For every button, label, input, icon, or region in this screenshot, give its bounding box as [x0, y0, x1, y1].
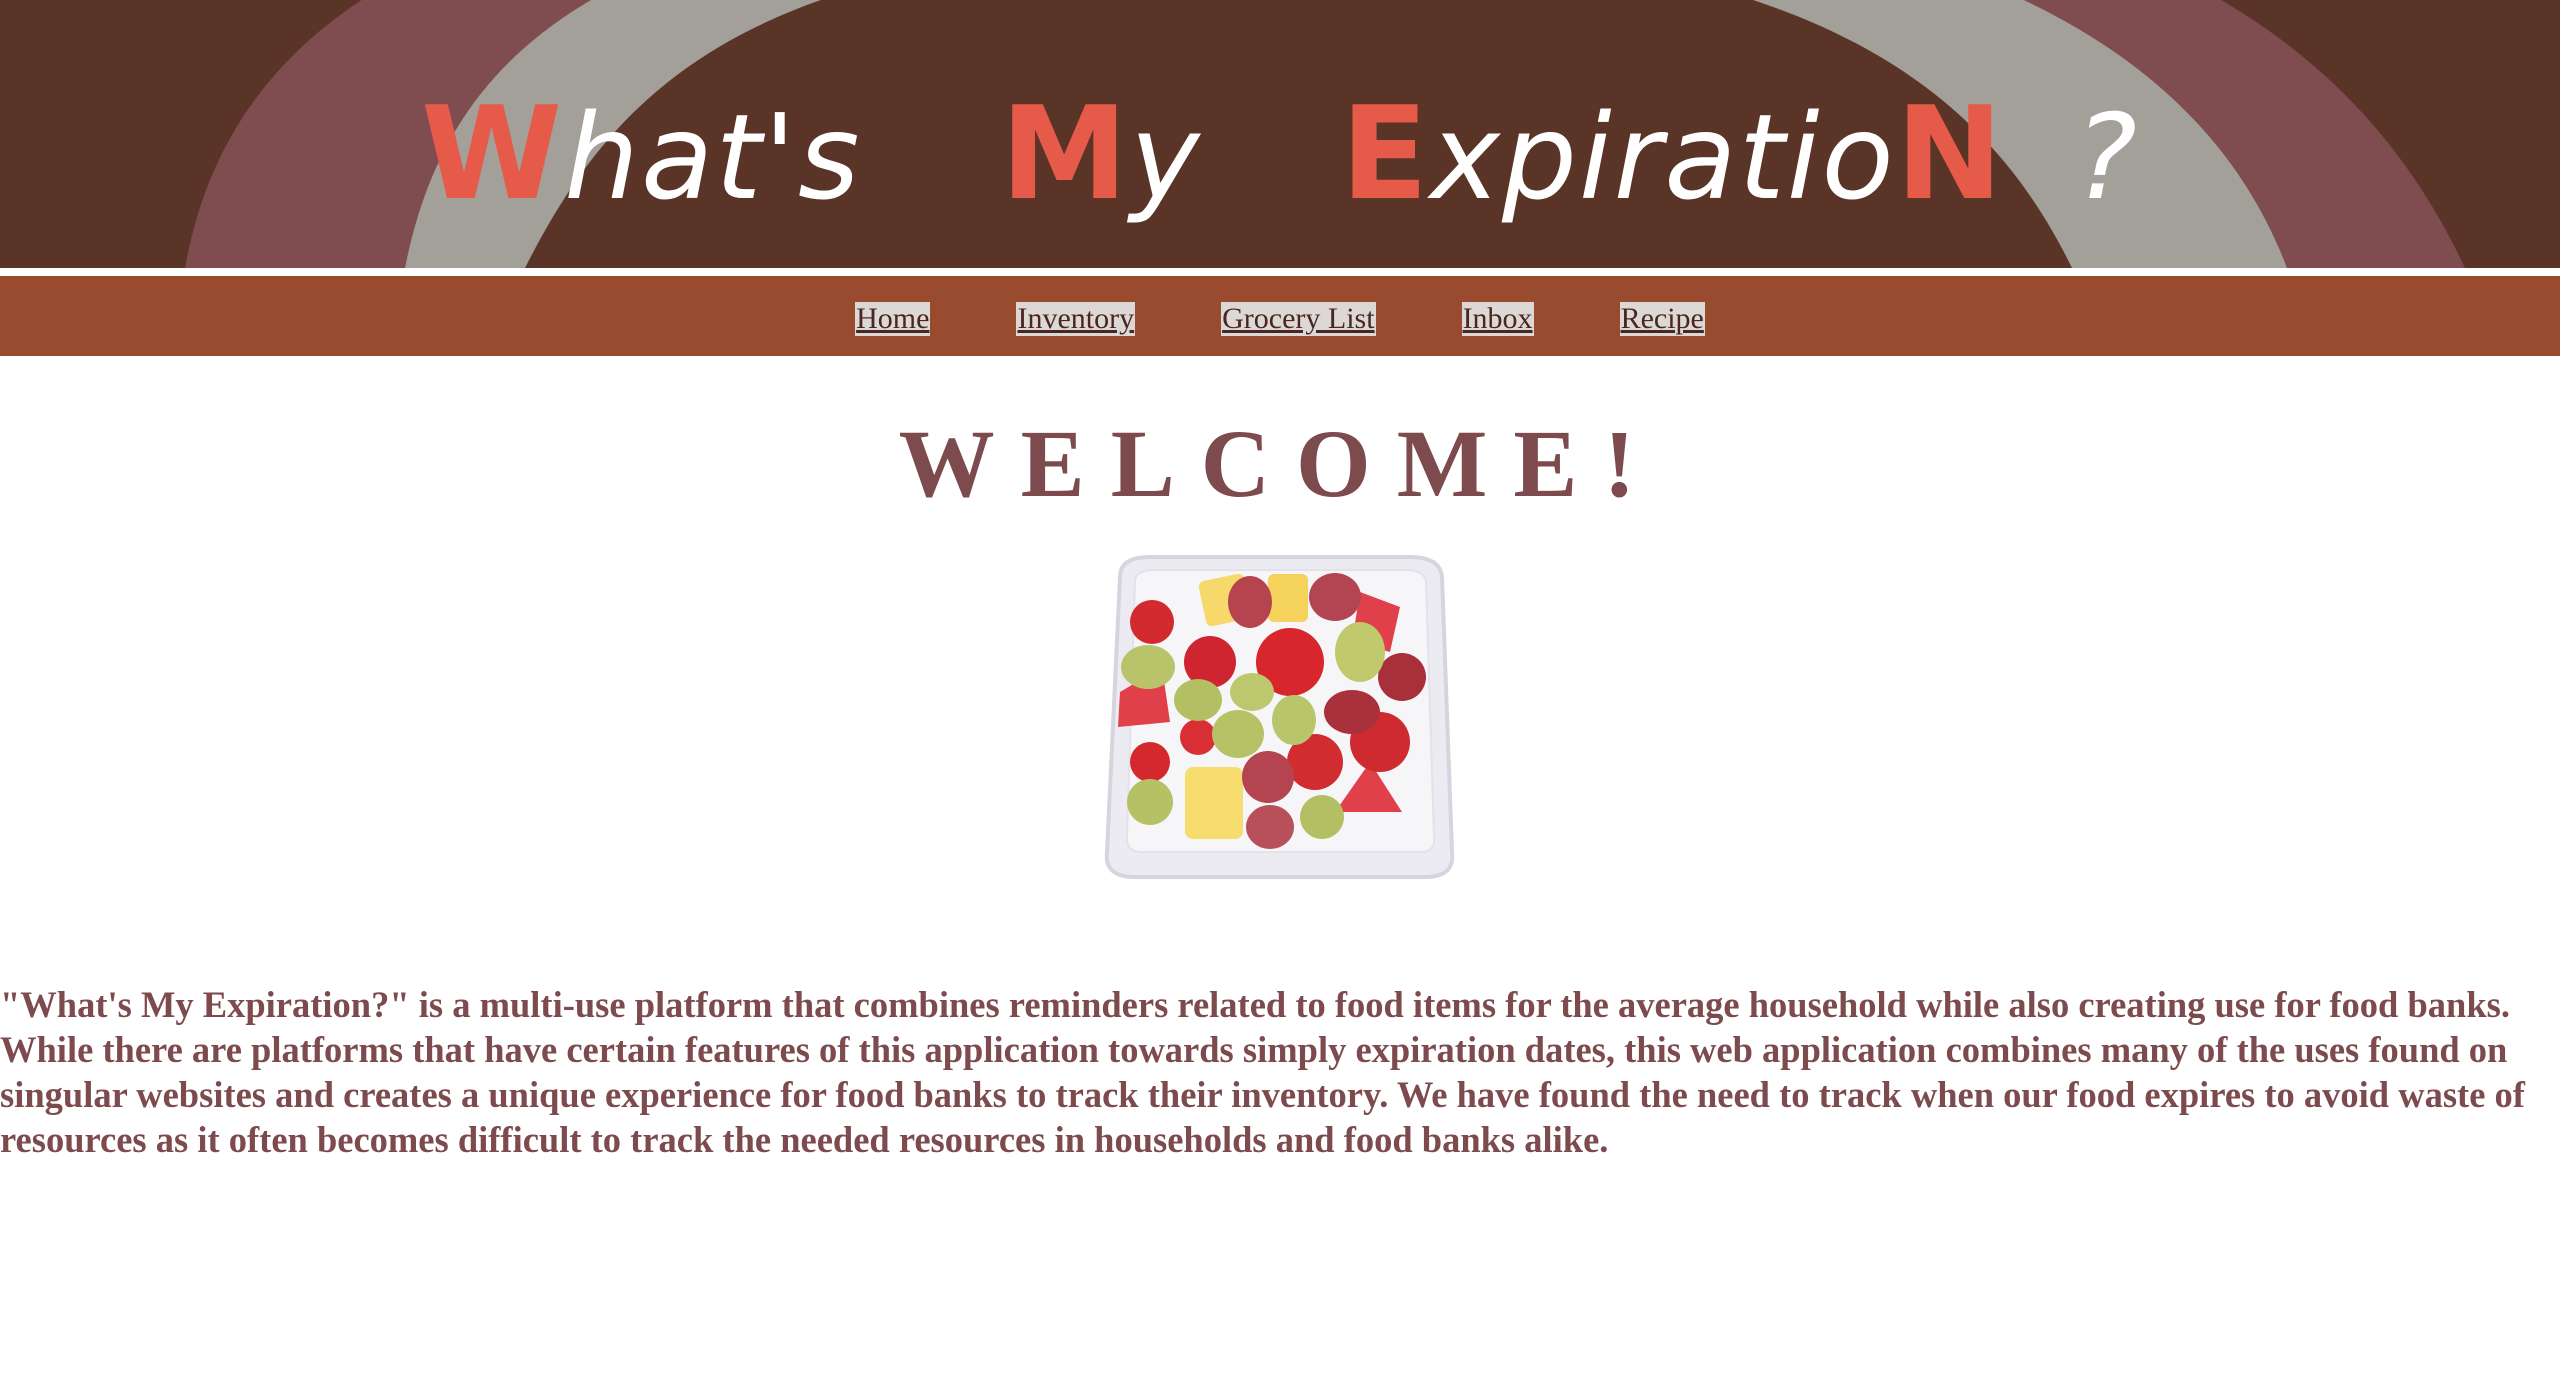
strawberry: [1130, 742, 1170, 782]
pineapple-piece: [1268, 574, 1308, 622]
green-grape: [1127, 779, 1173, 825]
strawberry: [1180, 719, 1216, 755]
green-grape: [1212, 710, 1264, 758]
nav-grocery-list[interactable]: Grocery List: [1221, 302, 1376, 336]
nav-inbox[interactable]: Inbox: [1461, 302, 1534, 336]
main-nav: Home Inventory Grocery List Inbox Recipe: [0, 276, 2560, 356]
red-grape: [1228, 576, 1272, 628]
logo-word-2: My: [1000, 80, 1202, 229]
about-description: "What's My Expiration?" is a multi-use p…: [0, 984, 2525, 1160]
nav-recipe[interactable]: Recipe: [1619, 302, 1705, 336]
green-grape: [1272, 695, 1316, 745]
logo-word-1: What's: [420, 80, 862, 229]
banner-divider: [0, 268, 2560, 276]
green-grape: [1230, 673, 1274, 711]
green-grape: [1300, 795, 1344, 839]
fruit-salad-image: [1104, 555, 1455, 879]
site-logo[interactable]: What's My ExpiratioN ?: [0, 80, 2560, 232]
green-grape: [1121, 645, 1175, 689]
nav-inventory[interactable]: Inventory: [1016, 302, 1136, 336]
red-grape: [1309, 573, 1361, 621]
red-grape: [1242, 751, 1294, 803]
red-grape: [1324, 690, 1380, 734]
welcome-heading: WELCOME!: [898, 410, 1662, 517]
logo-question-mark: ?: [2074, 88, 2140, 226]
strawberry: [1130, 600, 1174, 644]
nav-home[interactable]: Home: [855, 302, 931, 336]
pineapple-piece: [1185, 767, 1243, 839]
red-grape: [1378, 653, 1426, 701]
site-banner: What's My ExpiratioN ?: [0, 0, 2560, 268]
logo-word-3: ExpiratioN: [1340, 80, 2005, 229]
red-grape: [1246, 805, 1294, 849]
green-grape: [1335, 622, 1385, 682]
green-grape: [1174, 679, 1222, 721]
